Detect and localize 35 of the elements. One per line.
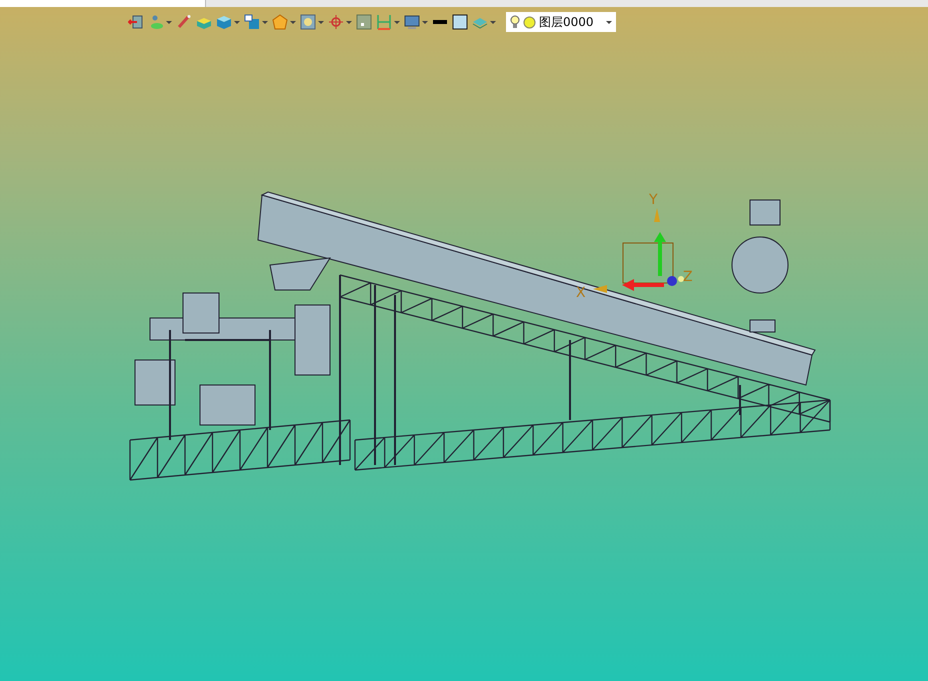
- cube-view-icon: [244, 14, 260, 30]
- caret-icon: [234, 20, 240, 24]
- brush-icon: [176, 14, 192, 30]
- layer-color-icon: [523, 16, 536, 28]
- z-axis-label: Z: [683, 269, 693, 285]
- monitor-icon: [404, 14, 420, 30]
- plane-frame: [622, 242, 674, 284]
- x-arrow: [622, 279, 664, 291]
- frame-icon: [300, 14, 316, 30]
- caret-icon: [290, 20, 296, 24]
- toolbar-button[interactable]: [244, 12, 268, 32]
- caret-icon: [346, 20, 352, 24]
- toolbar-button[interactable]: [452, 12, 468, 32]
- toolbar-button[interactable]: [356, 12, 372, 32]
- caret-icon: [394, 20, 400, 24]
- caret-icon: [606, 20, 612, 24]
- layers-icon: [148, 14, 164, 30]
- y-arrow: [654, 232, 666, 276]
- layer-name: 图层0000: [539, 14, 595, 30]
- y-axis-label: Y: [649, 192, 658, 208]
- caret-icon: [262, 20, 268, 24]
- polygon-icon: [272, 14, 288, 30]
- caret-icon: [166, 20, 172, 24]
- fill-color-icon: [452, 14, 468, 30]
- x-axis-label: X: [576, 285, 586, 301]
- exit-icon: [128, 14, 144, 30]
- caret-icon: [318, 20, 324, 24]
- crosshair-icon: [328, 14, 344, 30]
- cube-icon: [216, 14, 232, 30]
- dimension-icon: [376, 14, 392, 30]
- origin-handle: [667, 276, 677, 286]
- caret-icon: [490, 20, 496, 24]
- caret-icon: [422, 20, 428, 24]
- square-icon: [356, 14, 372, 30]
- layer-dropdown[interactable]: 图层0000: [506, 12, 616, 32]
